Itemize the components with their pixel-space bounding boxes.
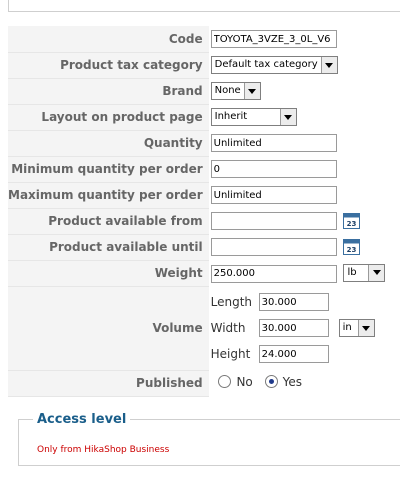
min-qty-label: Minimum quantity per order xyxy=(8,156,209,183)
code-input[interactable] xyxy=(210,30,337,48)
available-from-label: Product available from xyxy=(8,208,209,235)
form-row-min-qty: Minimum quantity per order xyxy=(8,156,400,183)
chevron-down-icon[interactable] xyxy=(279,109,296,125)
svg-text:23: 23 xyxy=(347,246,357,254)
width-input[interactable] xyxy=(258,319,329,337)
published-no-label: No xyxy=(236,374,253,389)
form-row-quantity: Quantity xyxy=(8,130,400,157)
form-row-weight: Weight lb xyxy=(8,260,400,287)
volume-unit-value: in xyxy=(342,322,352,333)
height-label: Height xyxy=(210,347,251,361)
form-row-max-qty: Maximum quantity per order xyxy=(8,182,400,209)
brand-label: Brand xyxy=(8,78,209,105)
calendar-icon[interactable]: 23 xyxy=(343,238,361,255)
volume-height-row: Height xyxy=(211,341,400,367)
published-label: Published xyxy=(8,370,209,397)
min-qty-input[interactable] xyxy=(210,160,337,178)
weight-input[interactable] xyxy=(210,264,337,283)
volume-unit-select[interactable]: in xyxy=(338,319,375,337)
quantity-label: Quantity xyxy=(8,130,209,157)
brand-select[interactable]: None xyxy=(210,82,261,100)
tax-category-select[interactable]: Default tax category xyxy=(210,56,338,74)
weight-unit-value: lb xyxy=(347,266,357,278)
form-row-code: Code xyxy=(8,26,400,53)
form-row-tax-category: Product tax category Default tax categor… xyxy=(8,52,400,79)
form-row-available-from: Product available from 23 xyxy=(8,208,400,235)
form-row-available-until: Product available until 23 xyxy=(8,234,400,261)
access-level-legend: Access level xyxy=(37,412,127,427)
height-input[interactable] xyxy=(258,345,329,363)
length-input[interactable] xyxy=(258,293,329,311)
tax-category-label: Product tax category xyxy=(8,52,209,79)
weight-unit-select[interactable]: lb xyxy=(343,263,386,282)
form-row-published: Published No Yes xyxy=(8,370,400,397)
top-panel xyxy=(8,0,400,12)
form-row-volume: Volume Length Width in Height xyxy=(8,286,400,371)
volume-width-row: Width in xyxy=(211,315,400,341)
available-until-label: Product available until xyxy=(8,234,209,261)
svg-text:23: 23 xyxy=(347,220,357,228)
form-row-brand: Brand None xyxy=(8,78,400,105)
tax-category-value: Default tax category xyxy=(214,59,318,70)
available-from-input[interactable] xyxy=(210,212,337,231)
product-form-table: Code Product tax category Default tax ca… xyxy=(8,26,400,397)
published-yes-label: Yes xyxy=(282,374,302,389)
weight-label: Weight xyxy=(8,260,209,287)
chevron-down-icon[interactable] xyxy=(243,83,260,99)
width-label: Width xyxy=(210,321,246,335)
brand-value: None xyxy=(214,85,241,96)
published-no-option[interactable]: No xyxy=(218,374,253,389)
published-no-radio[interactable] xyxy=(218,375,232,389)
form-row-layout: Layout on product page Inherit xyxy=(8,104,400,131)
length-label: Length xyxy=(210,295,253,309)
available-until-input[interactable] xyxy=(210,238,337,257)
max-qty-label: Maximum quantity per order xyxy=(8,182,209,209)
published-yes-option[interactable]: Yes xyxy=(264,374,302,389)
volume-label: Volume xyxy=(8,286,209,371)
max-qty-input[interactable] xyxy=(210,186,337,204)
chevron-down-icon[interactable] xyxy=(368,264,385,281)
access-level-fieldset: Access level Only from HikaShop Business xyxy=(18,412,400,466)
access-level-note: Only from HikaShop Business xyxy=(37,445,170,455)
published-yes-radio[interactable] xyxy=(264,375,278,389)
chevron-down-icon[interactable] xyxy=(357,320,374,336)
layout-value: Inherit xyxy=(214,111,248,122)
volume-length-row: Length xyxy=(211,289,400,315)
layout-label: Layout on product page xyxy=(8,104,209,131)
quantity-input[interactable] xyxy=(210,134,337,152)
chevron-down-icon[interactable] xyxy=(320,57,337,73)
code-label: Code xyxy=(8,26,209,53)
layout-select[interactable]: Inherit xyxy=(210,108,297,126)
calendar-icon[interactable]: 23 xyxy=(343,212,361,229)
